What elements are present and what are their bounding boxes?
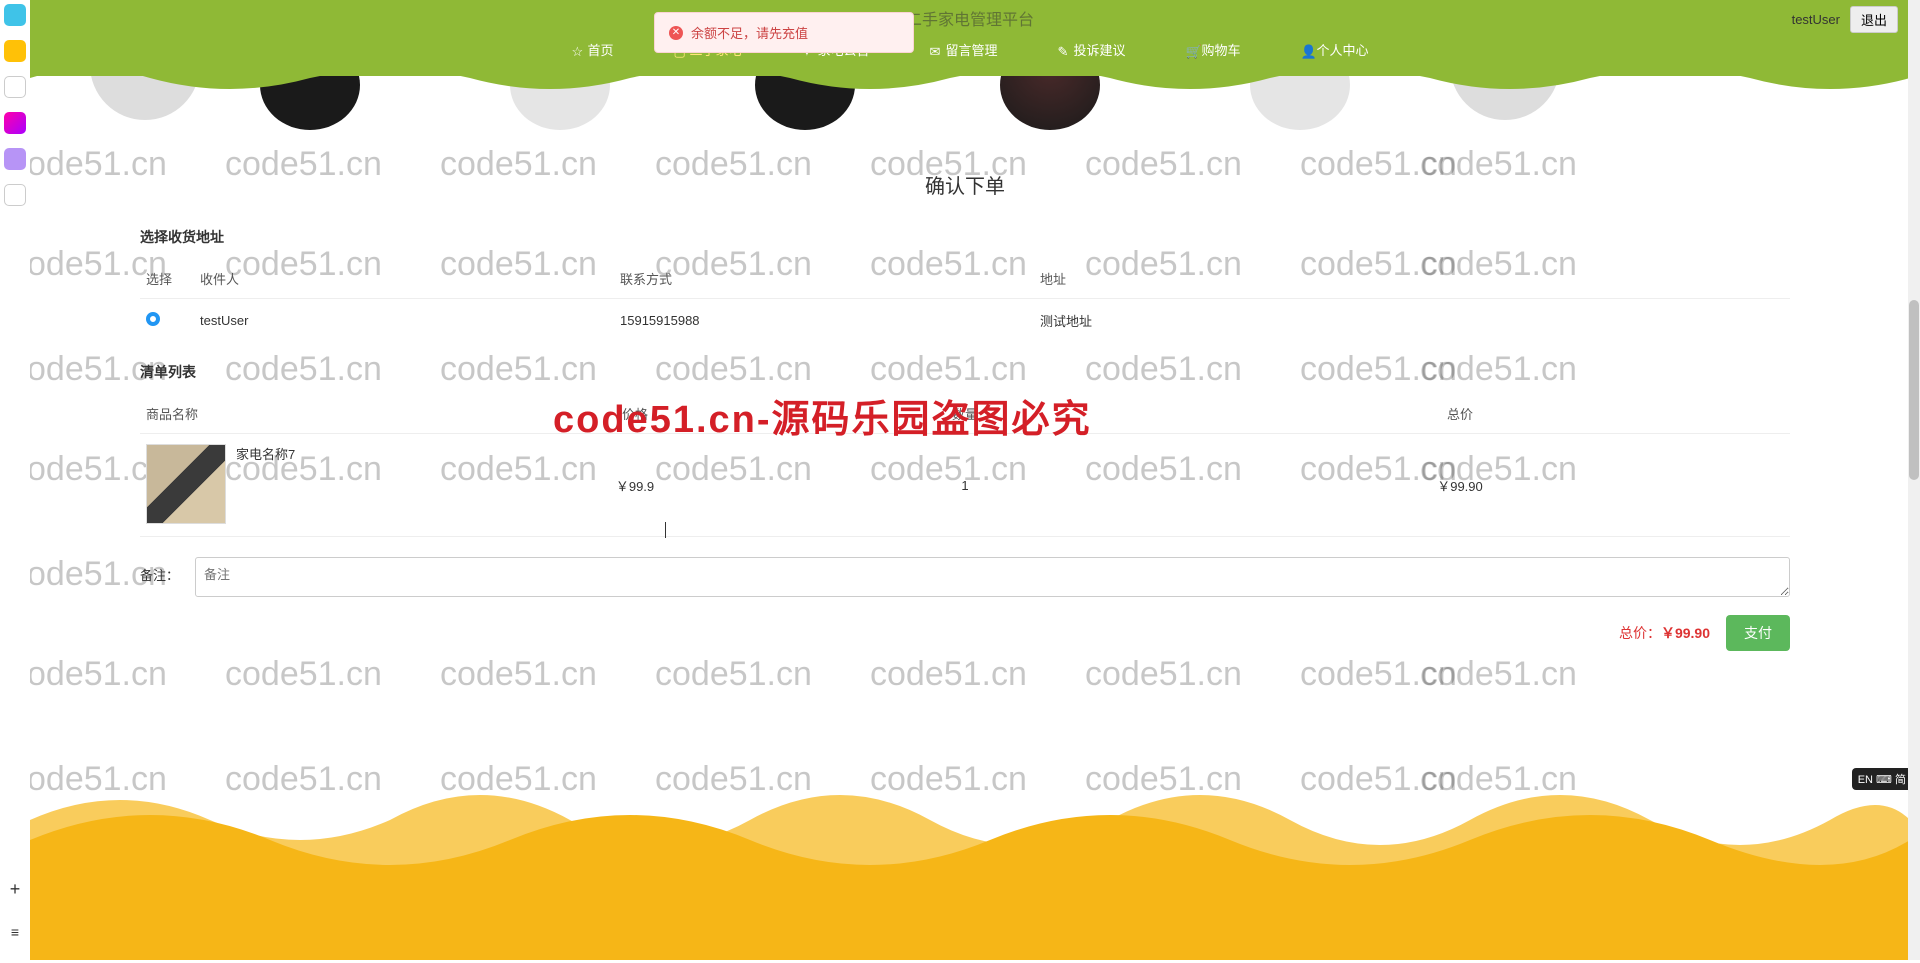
- col-total: 总价: [1130, 394, 1790, 434]
- nav-complaints[interactable]: ✎ 投诉建议: [1058, 40, 1126, 59]
- address-table: 选择 收件人 联系方式 地址 testUser 15915915988 测试地址: [140, 259, 1790, 342]
- address-row[interactable]: testUser 15915915988 测试地址: [140, 299, 1790, 343]
- items-heading: 清单列表: [140, 362, 1790, 382]
- text-cursor: [665, 522, 666, 538]
- product-thumb[interactable]: [146, 444, 226, 524]
- item-row: 家电名称7 ￥99.9 1 ￥99.90: [140, 434, 1790, 537]
- page-title: 确认下单: [140, 170, 1790, 199]
- remark-input[interactable]: [195, 557, 1790, 597]
- items-table: 商品名称 价格 数量 总价 家电名称7 ￥99.9 1 ￥99.90: [140, 394, 1790, 537]
- addr-name: testUser: [194, 299, 614, 343]
- footer-wave: [30, 740, 1910, 960]
- col-qty: 数量: [800, 394, 1130, 434]
- dock-icon[interactable]: [4, 184, 26, 206]
- error-icon: ✕: [669, 26, 683, 40]
- scrollbar[interactable]: [1908, 0, 1920, 960]
- nav-label: 首页: [587, 40, 613, 59]
- total-value: ￥99.90: [1661, 625, 1710, 641]
- nav-label: 投诉建议: [1074, 40, 1126, 59]
- left-dock: + ≡: [0, 0, 30, 960]
- nav-messages[interactable]: ✉ 留言管理: [929, 40, 997, 59]
- pay-button[interactable]: 支付: [1726, 615, 1790, 651]
- product-name: 家电名称7: [236, 444, 295, 463]
- remark-label: 备注：: [140, 557, 179, 584]
- addr-phone: 15915915988: [614, 299, 1034, 343]
- col-name: 收件人: [194, 259, 614, 299]
- logout-button[interactable]: 退出: [1850, 6, 1898, 33]
- nav-label: 个人中心: [1317, 40, 1369, 59]
- nav-profile[interactable]: 👤 个人中心: [1301, 40, 1369, 59]
- col-select: 选择: [140, 259, 194, 299]
- dock-icon[interactable]: [4, 4, 26, 26]
- item-price: ￥99.9: [470, 434, 800, 537]
- col-pname: 商品名称: [140, 394, 470, 434]
- address-radio[interactable]: [146, 312, 160, 326]
- scrollbar-thumb[interactable]: [1909, 300, 1919, 480]
- alert-text: 余额不足，请先充值: [691, 23, 808, 42]
- home-icon: ☆: [571, 44, 583, 56]
- item-qty: 1: [800, 434, 1130, 537]
- cart-icon: 🛒: [1186, 44, 1198, 56]
- feedback-icon: ✎: [1058, 44, 1070, 56]
- ime-badge[interactable]: EN ⌨ 简: [1852, 768, 1912, 790]
- nav-home[interactable]: ☆ 首页: [571, 40, 613, 59]
- nav-label: 留言管理: [945, 40, 997, 59]
- total-label-text: 总价：: [1619, 625, 1661, 641]
- col-price: 价格: [470, 394, 800, 434]
- addr-text: 测试地址: [1034, 299, 1790, 343]
- dock-menu-icon[interactable]: ≡: [11, 924, 19, 940]
- col-addr: 地址: [1034, 259, 1790, 299]
- order-total: 总价：￥99.90: [1619, 623, 1710, 643]
- message-icon: ✉: [929, 44, 941, 56]
- dock-icon[interactable]: [4, 148, 26, 170]
- app-title: 二手家电管理平台: [906, 6, 1034, 30]
- error-alert: ✕ 余额不足，请先充值: [654, 12, 914, 53]
- address-heading: 选择收货地址: [140, 227, 1790, 247]
- dock-add-icon[interactable]: +: [10, 879, 21, 900]
- nav-label: 购物车: [1202, 40, 1241, 59]
- nav-cart[interactable]: 🛒 购物车: [1186, 40, 1241, 59]
- user-icon: 👤: [1301, 44, 1313, 56]
- top-header: 二手家电管理平台 testUser 退出 ☆首页 ▢二手家电 ✦家电公告 ✉留言…: [30, 0, 1910, 76]
- dock-icon[interactable]: [4, 76, 26, 98]
- dock-icon[interactable]: [4, 40, 26, 62]
- order-confirm-panel: 确认下单 选择收货地址 选择 收件人 联系方式 地址 testUser 1591…: [140, 170, 1790, 651]
- col-phone: 联系方式: [614, 259, 1034, 299]
- item-total: ￥99.90: [1130, 434, 1790, 537]
- dock-icon[interactable]: [4, 112, 26, 134]
- current-user: testUser: [1792, 12, 1840, 27]
